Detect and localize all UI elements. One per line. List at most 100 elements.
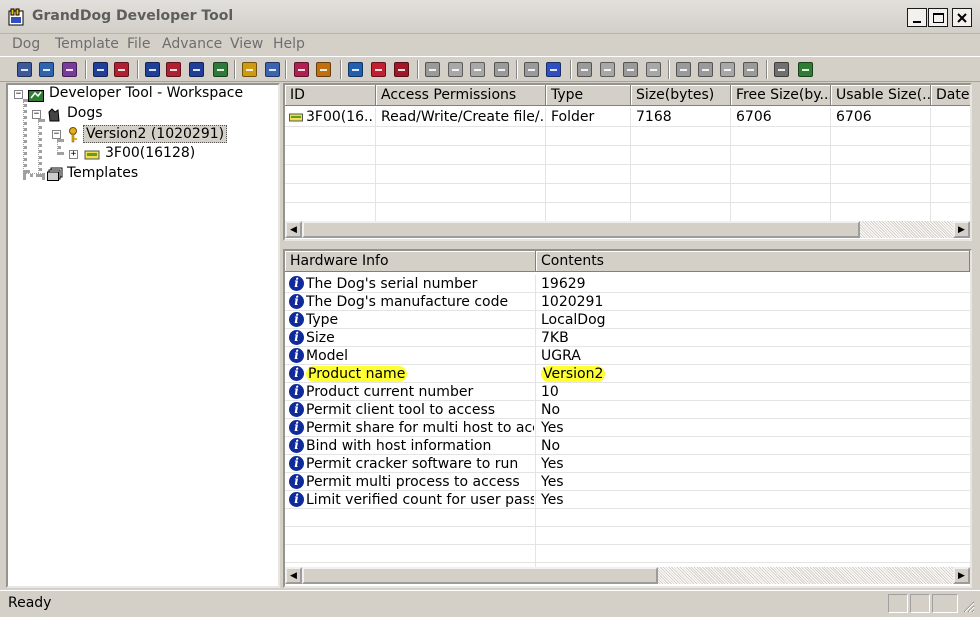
tree-root-label[interactable]: Developer Tool - Workspace: [47, 85, 245, 101]
file-column-header[interactable]: Date: [931, 85, 970, 106]
file-column-header[interactable]: Usable Size(...: [831, 85, 931, 106]
probe-icon[interactable]: [546, 62, 561, 77]
export-gray-icon[interactable]: [743, 62, 758, 77]
tree-version-label[interactable]: Version2 (1020291): [83, 125, 228, 143]
minimize-button[interactable]: [907, 8, 927, 27]
file-new-icon[interactable]: [348, 62, 363, 77]
scroll-thumb[interactable]: [302, 567, 658, 584]
flash-icon[interactable]: [316, 62, 331, 77]
hw-row[interactable]: Model i UGRA: [285, 347, 970, 365]
hw-row[interactable]: Bind with host information i No: [285, 437, 970, 455]
hw-row[interactable]: Size i 7KB: [285, 329, 970, 347]
hw-row[interactable]: Permit cracker software to run i Yes: [285, 455, 970, 473]
menu-advance[interactable]: Advance: [162, 36, 222, 52]
tree-templates-label[interactable]: Templates: [65, 165, 140, 181]
hw-row[interactable]: Limit verified count for user passwordi Y…: [285, 491, 970, 509]
lock-user-icon[interactable]: [189, 62, 204, 77]
menu-help[interactable]: Help: [273, 36, 305, 52]
lock-key-icon[interactable]: [166, 62, 181, 77]
file-gridline: [285, 164, 970, 165]
hw-column-header[interactable]: Contents: [536, 251, 970, 272]
lock-red-icon[interactable]: [114, 62, 129, 77]
hw-cell: Permit client tool to access: [306, 402, 534, 418]
tree-collapse-version[interactable]: −: [52, 130, 61, 139]
hw-row[interactable]: The Dog's manufacture code i 1020291: [285, 293, 970, 311]
maximize-icon: [932, 12, 944, 23]
doc-gray-icon[interactable]: [448, 62, 463, 77]
disk-gray-icon[interactable]: [425, 62, 440, 77]
scroll-track[interactable]: [860, 221, 953, 238]
report-gray-icon[interactable]: [720, 62, 735, 77]
scroll-left-button[interactable]: ◀: [285, 567, 302, 584]
chart-gray-icon[interactable]: [600, 62, 615, 77]
close-button[interactable]: [952, 8, 972, 27]
tree-dogs-label[interactable]: Dogs: [65, 105, 105, 121]
dog-save-icon[interactable]: [39, 62, 54, 77]
tree-folder-label[interactable]: 3F00(16128): [103, 145, 197, 161]
scroll-track[interactable]: [658, 567, 953, 584]
scroll-right-button[interactable]: ▶: [953, 567, 970, 584]
title-bar[interactable]: GrandDog Developer Tool: [0, 0, 980, 34]
tree-collapse-root[interactable]: −: [14, 90, 23, 99]
hw-row[interactable]: Permit multi process to access i Yes: [285, 473, 970, 491]
tools-icon[interactable]: [774, 62, 789, 77]
file-column-header[interactable]: ID: [285, 85, 376, 106]
file-column-header[interactable]: Size(bytes): [631, 85, 731, 106]
program-icon[interactable]: [294, 62, 309, 77]
doc-move-gray-icon[interactable]: [494, 62, 509, 77]
hw-cell-text: Yes: [541, 456, 564, 472]
scroll-left-button[interactable]: ◀: [285, 221, 302, 238]
key-copy-icon[interactable]: [265, 62, 280, 77]
tree-collapse-dogs[interactable]: −: [32, 110, 41, 119]
info-icon: i: [289, 312, 304, 327]
menu-file[interactable]: File: [127, 36, 150, 52]
hardware-info-list[interactable]: Hardware Info Contents The Dog's serial n…: [283, 249, 972, 588]
hw-row[interactable]: Product current number i 10: [285, 383, 970, 401]
file-column-header[interactable]: Access Permissions: [376, 85, 546, 106]
scroll-right-button[interactable]: ▶: [953, 221, 970, 238]
find-gray-icon[interactable]: [698, 62, 713, 77]
menu-dog[interactable]: Dog: [12, 36, 40, 52]
workspace-tree[interactable]: − Developer Tool - Workspace − Dogs − Ve…: [6, 83, 280, 588]
image-gray-icon[interactable]: [646, 62, 661, 77]
hw-row[interactable]: Permit share for multi host to accessi Ye…: [285, 419, 970, 437]
hw-row[interactable]: Permit client tool to access i No: [285, 401, 970, 419]
hw-row[interactable]: Product name i Version2: [285, 365, 970, 383]
lock-check-icon[interactable]: [213, 62, 228, 77]
hw-cell: 7KB: [541, 330, 968, 346]
hw-cell: Product current number: [306, 384, 534, 400]
hw-cell: Limit verified count for user password: [306, 492, 534, 508]
file-row[interactable]: 3F00(16... Read/Write/Create file/... Fold…: [285, 108, 970, 127]
tree-expand-folder[interactable]: +: [69, 150, 78, 159]
folder-gray-icon[interactable]: [577, 62, 592, 77]
file-edit-icon[interactable]: [371, 62, 386, 77]
maximize-button[interactable]: [928, 8, 948, 27]
file-list[interactable]: ID Access Permissions Type Size(bytes) Free …: [283, 83, 972, 241]
doc-copy-gray-icon[interactable]: [470, 62, 485, 77]
file-column-header[interactable]: Type: [546, 85, 631, 106]
tree-line: [57, 139, 61, 155]
hardware-horizontal-scrollbar[interactable]: ◀ ▶: [285, 567, 970, 584]
folder-dog-icon: [84, 150, 100, 160]
stack-gray-icon[interactable]: [623, 62, 638, 77]
dog-edit-icon[interactable]: [62, 62, 77, 77]
file-column-header[interactable]: Free Size(by...: [731, 85, 831, 106]
key-add-icon[interactable]: [242, 62, 257, 77]
info-icon: i: [289, 438, 304, 453]
file-delete-icon[interactable]: [394, 62, 409, 77]
hw-column-header[interactable]: Hardware Info: [285, 251, 536, 272]
lock-open-icon[interactable]: [145, 62, 160, 77]
hw-row[interactable]: Type i LocalDog: [285, 311, 970, 329]
menu-view[interactable]: View: [230, 36, 263, 52]
dog-search-icon[interactable]: [17, 62, 32, 77]
file-horizontal-scrollbar[interactable]: ◀ ▶: [285, 221, 970, 238]
list-gray-icon[interactable]: [676, 62, 691, 77]
reader-icon[interactable]: [798, 62, 813, 77]
hw-row[interactable]: The Dog's serial number i 19629: [285, 275, 970, 293]
resize-grip-icon[interactable]: [962, 600, 975, 613]
computer-gray-icon[interactable]: [524, 62, 539, 77]
menu-template[interactable]: Template: [55, 36, 119, 52]
scroll-thumb[interactable]: [302, 221, 860, 238]
lock-blue-icon[interactable]: [93, 62, 108, 77]
hw-cell-text: Yes: [541, 492, 564, 508]
